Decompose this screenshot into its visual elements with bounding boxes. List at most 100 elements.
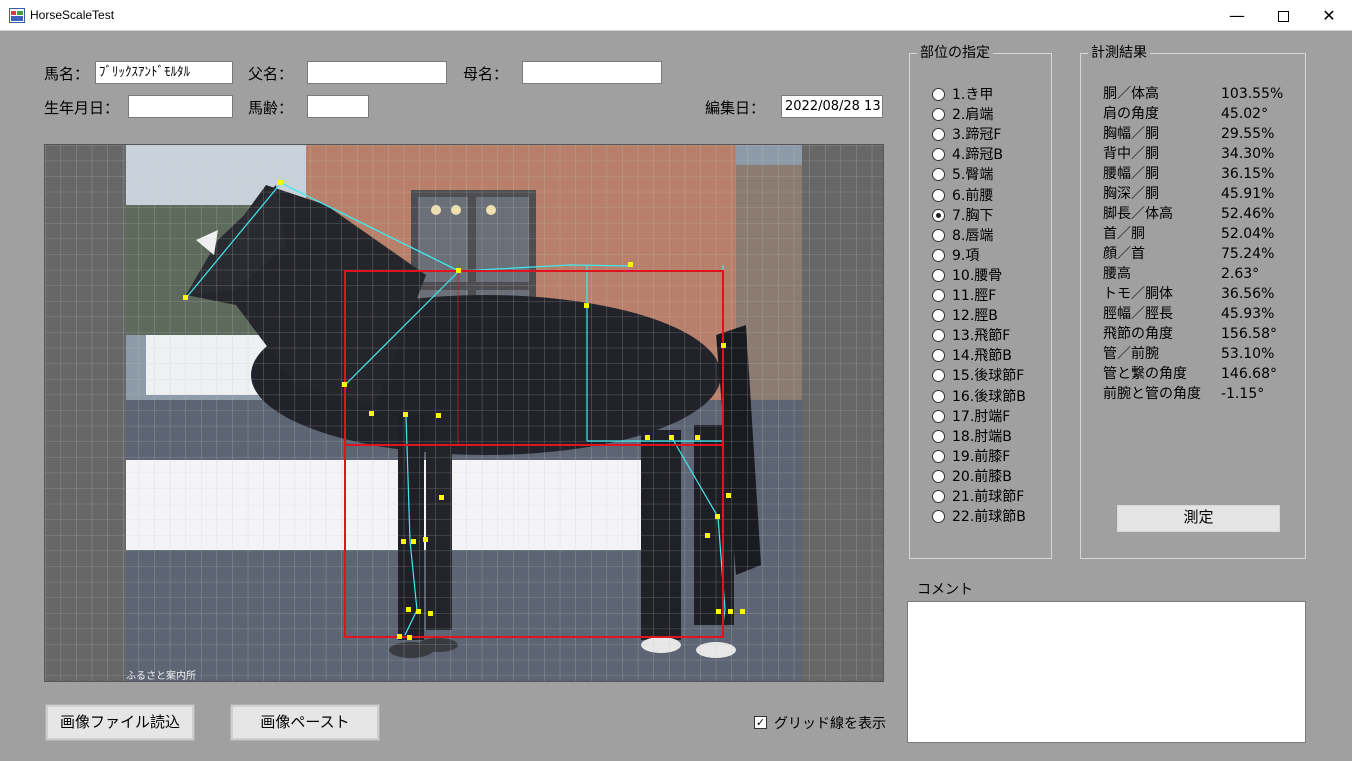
- result-row: トモ／胴体 36.56%: [1103, 284, 1313, 304]
- result-row: 脚長／体高 52.46%: [1103, 204, 1313, 224]
- part-radio-label: 11.脛F: [952, 288, 997, 304]
- paste-image-button[interactable]: 画像ペースト: [230, 704, 380, 741]
- result-name: 脚長／体高: [1103, 206, 1173, 222]
- result-name: 管と繋の角度: [1103, 366, 1187, 382]
- result-name: 背中／胴: [1103, 146, 1159, 162]
- birth-date-label: 生年月日：: [44, 99, 120, 117]
- part-radio-label: 9.項: [952, 247, 980, 264]
- minimize-button[interactable]: —: [1214, 0, 1260, 31]
- edit-date-field[interactable]: 2022/08/28 13: [781, 95, 883, 118]
- result-name: 管／前腕: [1103, 346, 1159, 362]
- radio-button-icon[interactable]: [932, 268, 945, 282]
- part-radio-6[interactable]: 6.前腰: [932, 186, 993, 206]
- part-radio-label: 6.前腰: [952, 187, 994, 204]
- part-radio-label: 21.前球節F: [952, 489, 1025, 505]
- sire-field[interactable]: [307, 61, 447, 84]
- result-value: 45.91%: [1221, 186, 1275, 202]
- edit-date-label: 編集日：: [705, 99, 766, 117]
- grid-lines-checkbox[interactable]: ✓: [754, 716, 767, 729]
- part-radio-4[interactable]: 4.蹄冠B: [932, 145, 1003, 165]
- result-value: 52.46%: [1221, 206, 1275, 222]
- window-title: HorseScaleTest: [30, 8, 115, 22]
- radio-button-icon[interactable]: [932, 429, 945, 443]
- result-row: 腰高 2.63°: [1103, 264, 1313, 284]
- result-value: 45.93%: [1221, 306, 1275, 322]
- result-name: 腰高: [1103, 266, 1131, 282]
- radio-button-icon[interactable]: [932, 490, 945, 503]
- birth-date-field[interactable]: [128, 95, 233, 118]
- result-name: 首／胴: [1103, 226, 1145, 242]
- result-name: 腰幅／胴: [1103, 166, 1159, 182]
- radio-button-icon[interactable]: [932, 510, 945, 524]
- result-value: 156.58°: [1221, 326, 1277, 342]
- radio-button-icon[interactable]: [932, 168, 945, 182]
- part-radio-label: 20.前膝B: [952, 468, 1012, 485]
- result-value: 29.55%: [1221, 126, 1275, 142]
- part-radio-18[interactable]: 18.肘端B: [932, 427, 1012, 447]
- radio-button-icon[interactable]: [932, 309, 945, 323]
- maximize-button[interactable]: [1260, 0, 1306, 31]
- age-field[interactable]: [307, 95, 369, 118]
- radio-button-icon[interactable]: [932, 349, 945, 363]
- radio-button-icon[interactable]: [932, 389, 945, 403]
- measure-button[interactable]: 測定: [1117, 505, 1280, 532]
- radio-button-icon[interactable]: [932, 128, 945, 142]
- radio-button-icon[interactable]: [932, 88, 945, 101]
- sire-label: 父名：: [248, 65, 294, 83]
- radio-button-icon[interactable]: [932, 208, 945, 222]
- part-radio-label: 13.飛節F: [952, 328, 1011, 345]
- image-canvas[interactable]: ふるさと案内所: [44, 144, 884, 682]
- part-radio-7[interactable]: 7.胸下: [932, 206, 993, 226]
- radio-button-icon[interactable]: [932, 248, 945, 262]
- radio-button-icon[interactable]: [932, 369, 945, 383]
- part-radio-17[interactable]: 17.肘端F: [932, 407, 1010, 427]
- part-radio-22[interactable]: 22.前球節B: [932, 507, 1026, 527]
- part-radio-2[interactable]: 2.肩端: [932, 105, 993, 125]
- radio-button-icon[interactable]: [932, 228, 945, 242]
- part-radio-10[interactable]: 10.腰骨: [932, 266, 1002, 286]
- part-radio-20[interactable]: 20.前膝B: [932, 467, 1012, 487]
- dam-field[interactable]: [522, 61, 662, 84]
- age-label: 馬齢：: [248, 99, 294, 117]
- comment-label: コメント: [917, 582, 973, 598]
- part-radio-14[interactable]: 14.飛節B: [932, 346, 1012, 366]
- radio-button-icon[interactable]: [932, 329, 945, 343]
- part-radio-5[interactable]: 5.臀端: [932, 165, 993, 185]
- part-radio-21[interactable]: 21.前球節F: [932, 487, 1024, 507]
- part-radio-11[interactable]: 11.脛F: [932, 286, 996, 306]
- radio-button-icon[interactable]: [932, 469, 945, 483]
- horse-name-field[interactable]: ﾌﾞﾘｯｸｽｱﾝﾄﾞﾓﾙﾀﾙ: [95, 61, 233, 84]
- photo-watermark: ふるさと案内所: [126, 671, 196, 682]
- result-name: トモ／胴体: [1103, 286, 1173, 302]
- result-value: 36.56%: [1221, 286, 1275, 302]
- radio-button-icon[interactable]: [932, 148, 945, 162]
- part-radio-15[interactable]: 15.後球節F: [932, 366, 1024, 386]
- radio-button-icon[interactable]: [932, 188, 945, 202]
- part-radio-16[interactable]: 16.後球節B: [932, 387, 1026, 407]
- part-radio-9[interactable]: 9.項: [932, 246, 979, 266]
- result-row: 管／前腕 53.10%: [1103, 344, 1313, 364]
- close-button[interactable]: ✕: [1306, 0, 1352, 31]
- part-radio-1[interactable]: 1.き甲: [932, 85, 993, 105]
- result-name: 胸幅／胴: [1103, 126, 1159, 142]
- results-group: 計測結果 胴／体高 103.55% 肩の角度 45.02° 胸幅／胴 29.55% 背中／胴…: [1080, 45, 1306, 559]
- result-row: 背中／胴 34.30%: [1103, 144, 1313, 164]
- part-radio-12[interactable]: 12.脛B: [932, 306, 998, 326]
- part-radio-13[interactable]: 13.飛節F: [932, 326, 1010, 346]
- part-radio-label: 8.唇端: [952, 227, 994, 244]
- app-icon: [9, 8, 25, 23]
- part-radio-3[interactable]: 3.蹄冠F: [932, 125, 1001, 145]
- result-value: 45.02°: [1221, 106, 1269, 122]
- radio-button-icon[interactable]: [932, 409, 945, 423]
- comment-textarea[interactable]: [907, 601, 1306, 743]
- radio-button-icon[interactable]: [932, 289, 945, 302]
- radio-button-icon[interactable]: [932, 108, 945, 122]
- part-radio-8[interactable]: 8.唇端: [932, 226, 993, 246]
- result-name: 顔／首: [1103, 246, 1145, 262]
- part-radio-label: 5.臀端: [952, 167, 994, 184]
- result-name: 前腕と管の角度: [1103, 386, 1201, 402]
- part-radio-19[interactable]: 19.前膝F: [932, 447, 1010, 467]
- part-radio-label: 10.腰骨: [952, 267, 1003, 284]
- radio-button-icon[interactable]: [932, 449, 945, 463]
- load-image-button[interactable]: 画像ファイル読込: [45, 704, 195, 741]
